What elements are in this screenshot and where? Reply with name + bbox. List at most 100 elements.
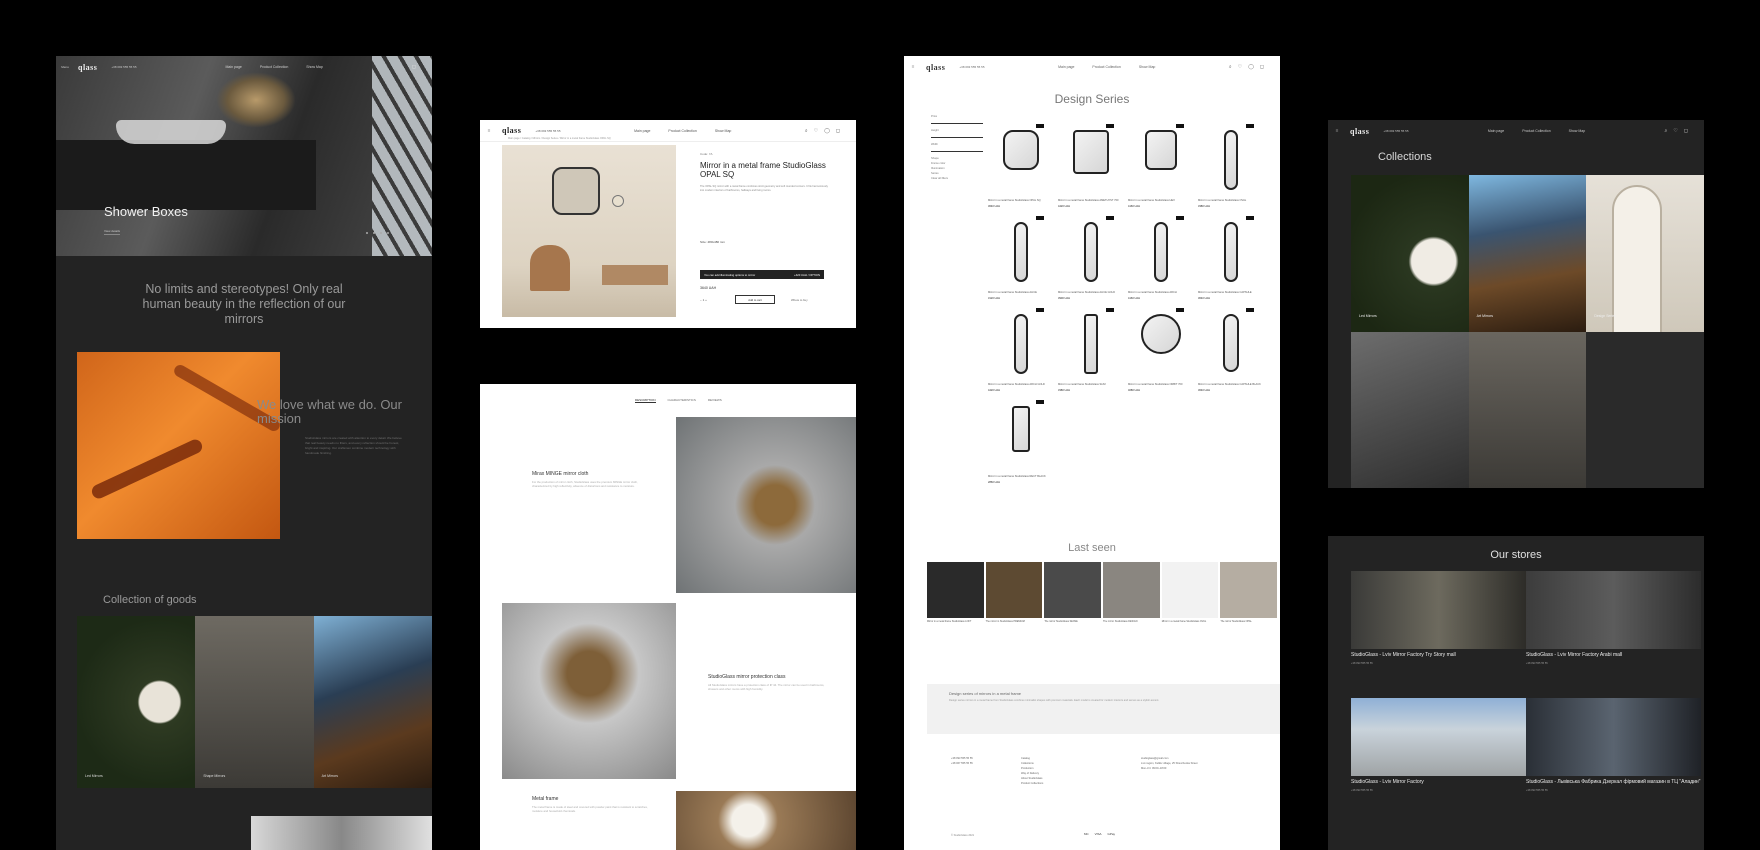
price-range-slider[interactable]	[931, 123, 983, 124]
slider-dot[interactable]	[380, 232, 382, 234]
store-card[interactable]: StudioGlass - Львівська Фабрика Дзеркал …	[1526, 698, 1701, 793]
nav-main-page[interactable]: Main page	[634, 129, 650, 133]
slider-dot[interactable]	[387, 232, 389, 234]
cart-icon[interactable]: ◻	[836, 128, 840, 134]
logo[interactable]: qlass	[926, 63, 945, 72]
slider-dot[interactable]	[373, 232, 375, 234]
heart-icon[interactable]: ♡	[1673, 128, 1677, 134]
store-phone[interactable]: +38 093 555 55 55	[1526, 661, 1701, 666]
product-card[interactable]: Mirror in a metal frame StudioGlass RECT…	[988, 400, 1054, 484]
add-to-cart-button[interactable]: Add to cart	[735, 295, 775, 304]
search-icon[interactable]: ⌕	[1229, 64, 1232, 70]
collection-tile[interactable]: Art Mirrors	[1468, 175, 1587, 332]
product-image[interactable]	[502, 145, 676, 317]
menu-button[interactable]: ☰	[480, 129, 498, 133]
nav-main-page[interactable]: Main page	[1488, 129, 1504, 133]
collection-tile[interactable]	[1586, 331, 1704, 488]
filter-label[interactable]: Price	[931, 114, 983, 119]
illumination-bar[interactable]: You can add illuminating options to mirr…	[700, 270, 824, 279]
product-card[interactable]: Mirror in a metal frame StudioGlass ALIC…	[1058, 216, 1124, 300]
nav-main-page[interactable]: Main page	[226, 65, 242, 69]
collection-tile[interactable]	[1468, 331, 1587, 488]
phone-link[interactable]: +38 093 555 55 55	[111, 65, 136, 69]
logo[interactable]: qlass	[78, 63, 97, 72]
store-card[interactable]: StudioGlass - Lviv Mirror Factory Arabi …	[1526, 571, 1701, 666]
hero-link[interactable]: View details	[104, 229, 120, 235]
product-card[interactable]: Mirror in a metal frame StudioGlass HEX 4…	[1128, 124, 1194, 208]
logo[interactable]: qlass	[502, 126, 521, 135]
size-option[interactable]: Size: 480x480 mm	[700, 240, 725, 244]
last-seen-card[interactable]: The mirror StudioGlass SENSE	[1044, 562, 1102, 632]
last-seen-card[interactable]: The mirror in StudioGlass PREMIUM	[985, 562, 1043, 632]
slider-dot[interactable]	[366, 232, 368, 234]
search-icon[interactable]: ⌕	[805, 128, 808, 134]
footer-link[interactable]: Product Collections	[1021, 781, 1043, 786]
collection-card[interactable]: Led Mirrors	[77, 616, 196, 788]
product-card[interactable]: Mirror in a metal frame StudioGlass CAPS…	[1198, 216, 1264, 300]
last-seen-card[interactable]: Mirror in a metal frame StudioGlass LOFT	[927, 562, 984, 632]
logo[interactable]: qlass	[1350, 127, 1369, 136]
product-card[interactable]: Mirror in a metal frame StudioGlass SLIM…	[1058, 308, 1124, 392]
cart-icon[interactable]: ◻	[1684, 128, 1688, 134]
nav-product-collection[interactable]: Product Collection	[1522, 129, 1550, 133]
menu-button[interactable]: ☰	[1328, 129, 1346, 133]
store-phone[interactable]: +38 093 555 55 55	[1351, 788, 1526, 793]
store-phone[interactable]: +38 093 555 55 55	[1351, 661, 1526, 666]
nav-main-page[interactable]: Main page	[1058, 65, 1074, 69]
last-seen-card[interactable]: The mirror StudioGlass DESIGN	[1103, 562, 1160, 632]
store-phone[interactable]: +38 093 555 55 55	[1526, 788, 1701, 793]
clear-filters-button[interactable]: Clear all filters	[931, 176, 983, 181]
menu-button[interactable]: ☰	[904, 65, 922, 69]
filter-sidebar: Price Height Width Shape Frame color Ill…	[931, 114, 983, 181]
height-range-slider[interactable]	[931, 137, 983, 138]
nav-product-collection[interactable]: Product Collection	[1092, 65, 1120, 69]
product-grid: Mirror in a metal frame StudioGlass OPAL…	[988, 124, 1264, 484]
heart-icon[interactable]: ♡	[814, 128, 818, 134]
phone-link[interactable]: +38 093 555 55 55	[535, 129, 560, 133]
product-card[interactable]: Mirror in a metal frame StudioGlass ARCH…	[1128, 216, 1194, 300]
filter-label[interactable]: Height	[931, 128, 983, 133]
cart-icon[interactable]: ◻	[1260, 64, 1264, 70]
product-card[interactable]: Mirror in a metal frame StudioGlass AMET…	[1058, 124, 1124, 208]
product-card[interactable]: Mirror in a metal frame StudioGlass ORBI…	[1128, 308, 1194, 392]
collection-card[interactable]: Art Mirrors	[313, 616, 432, 788]
nav-show-map[interactable]: Show Map	[715, 129, 732, 133]
product-card[interactable]: Mirror in a metal frame StudioGlass ARCH…	[988, 308, 1054, 392]
phone-link[interactable]: +38 093 555 55 55	[959, 65, 984, 69]
detail-block-title: Metal frame	[532, 796, 559, 802]
last-seen-card[interactable]: Mirror in a metal frame StudioGlass OVAL	[1161, 562, 1219, 632]
search-icon[interactable]: ⌕	[1665, 128, 1668, 134]
menu-button[interactable]: Menu	[56, 65, 74, 69]
collection-tile[interactable]: Design Series	[1586, 175, 1704, 335]
store-card[interactable]: StudioGlass - Lviv Mirror Factory Try St…	[1351, 571, 1526, 666]
nav-show-map[interactable]: Show Map	[306, 65, 323, 69]
nav-show-map[interactable]: Show Map	[1569, 129, 1586, 133]
last-seen-card[interactable]: The mirror StudioGlass OPAL	[1220, 562, 1278, 632]
width-range-slider[interactable]	[931, 151, 983, 152]
cart-icon[interactable]: ◻	[412, 64, 416, 70]
heart-icon[interactable]: ♡	[1238, 64, 1242, 70]
phone-link[interactable]: +38 093 555 55 55	[1383, 129, 1408, 133]
user-icon[interactable]: ◯	[824, 128, 830, 134]
collection-card[interactable]: Shape Mirrors	[195, 616, 314, 788]
collection-tile[interactable]	[1351, 331, 1469, 488]
breadcrumb[interactable]: Main page / Catalog / Mirrors / Design S…	[508, 137, 611, 140]
nav-product-collection[interactable]: Product Collection	[260, 65, 288, 69]
quantity-stepper[interactable]: − 1 +	[700, 298, 707, 302]
where-to-buy-link[interactable]: Where to buy	[791, 298, 808, 302]
product-card[interactable]: Mirror in a metal frame StudioGlass OPAL…	[988, 124, 1054, 208]
product-card[interactable]: Mirror in a metal frame StudioGlass CAPS…	[1198, 308, 1264, 392]
tab-characteristics[interactable]: CHARACTERISTICS	[668, 398, 696, 403]
user-icon[interactable]: ◯	[1248, 64, 1254, 70]
footer-phone[interactable]: +38 067 555 55 55	[951, 761, 973, 766]
nav-show-map[interactable]: Show Map	[1139, 65, 1156, 69]
tab-reviews[interactable]: REVIEWS	[708, 398, 722, 403]
collection-tile[interactable]: Led Mirrors	[1351, 175, 1469, 332]
tab-description[interactable]: DESCRIPTION	[635, 398, 656, 403]
product-card[interactable]: Mirror in a metal frame StudioGlass OVAL…	[1198, 124, 1264, 208]
store-card[interactable]: StudioGlass - Lviv Mirror Factory +38 09…	[1351, 698, 1526, 793]
product-card[interactable]: Mirror in a metal frame StudioGlass ALIC…	[988, 216, 1054, 300]
filter-label[interactable]: Width	[931, 142, 983, 147]
catalog-page-frame: ☰ qlass +38 093 555 55 55 Main page Prod…	[904, 56, 1280, 850]
nav-product-collection[interactable]: Product Collection	[668, 129, 696, 133]
